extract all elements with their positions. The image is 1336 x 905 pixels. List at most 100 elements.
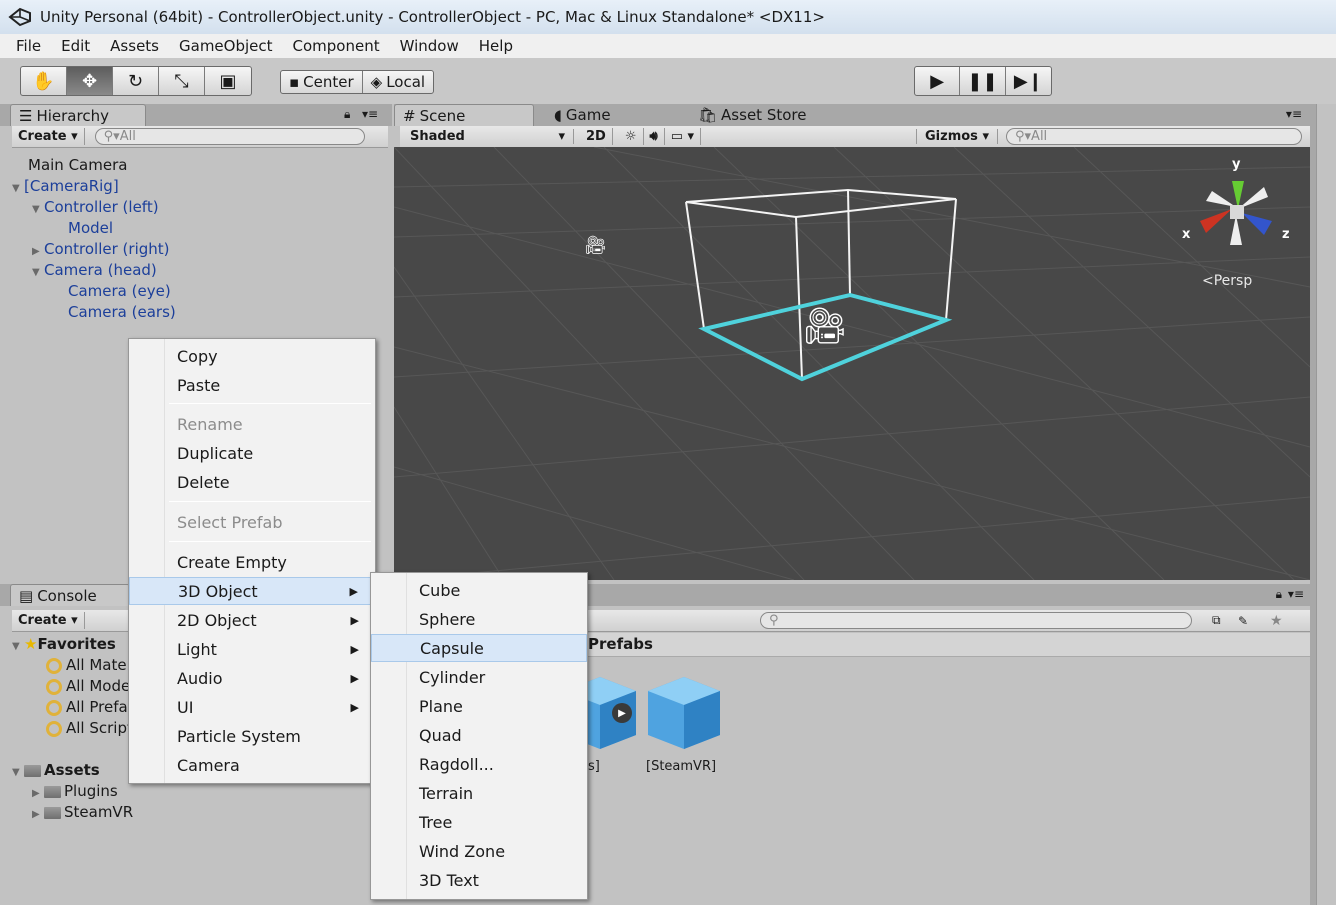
expand-arrow-icon[interactable]: ▼	[32, 204, 44, 215]
hierarchy-item[interactable]: Model	[68, 219, 113, 237]
rotate-tool-icon[interactable]: ↻	[113, 67, 159, 95]
collapse-arrow-icon[interactable]: ▶	[32, 246, 44, 257]
submenu-item-wind-zone[interactable]: Wind Zone	[371, 837, 587, 865]
menu-separator	[169, 541, 371, 542]
filter-label-icon[interactable]: ✎	[1238, 614, 1248, 628]
menu-item-ui[interactable]: UI ▶	[129, 693, 375, 721]
submenu-item-cylinder[interactable]: Cylinder	[371, 663, 587, 691]
scene-viewport[interactable]: 🎥︎ 🎥︎ y x z <Persp	[394, 147, 1310, 580]
expand-arrow-icon[interactable]: ▼	[32, 267, 44, 278]
prefab-expand-icon[interactable]: ▶	[612, 703, 632, 723]
menu-item-audio[interactable]: Audio ▶	[129, 664, 375, 692]
menu-item-duplicate[interactable]: Duplicate	[129, 439, 375, 467]
hand-tool-icon[interactable]: ✋	[21, 67, 67, 95]
camera-gizmo-icon[interactable]: 🎥︎	[584, 235, 607, 256]
pivot-local-button[interactable]: ◈ Local	[363, 71, 433, 93]
submenu-item-cube[interactable]: Cube	[371, 576, 587, 604]
tab-console[interactable]: ▤ Console	[10, 584, 130, 606]
scale-tool-icon[interactable]: ⤡	[159, 67, 205, 95]
audio-toggle-icon[interactable]: 🔊︎	[644, 128, 665, 145]
shading-mode-dropdown[interactable]: Shaded ▾	[400, 129, 574, 144]
folder-item[interactable]: ▶ Plugins	[32, 782, 118, 800]
camera-gizmo-icon[interactable]: 🎥︎	[802, 305, 848, 347]
mode-2d-button[interactable]: 2D	[580, 128, 613, 145]
submenu-item-plane[interactable]: Plane	[371, 692, 587, 720]
expand-arrow-icon[interactable]: ▼	[12, 767, 24, 778]
move-tool-icon[interactable]: ✥	[67, 67, 113, 95]
prefab-icon[interactable]	[644, 677, 724, 753]
play-icon[interactable]: ▶	[915, 67, 961, 95]
tab-game[interactable]: ◖ Game	[546, 104, 619, 126]
assets-header[interactable]: ▼ Assets	[12, 761, 100, 779]
menu-separator	[169, 501, 371, 502]
menu-window[interactable]: Window	[390, 37, 469, 55]
submenu-item-tree[interactable]: Tree	[371, 808, 587, 836]
hierarchy-item[interactable]: ▼ [CameraRig]	[12, 177, 119, 195]
hierarchy-item[interactable]: Camera (ears)	[68, 303, 176, 321]
project-search-input[interactable]: ⚲	[760, 612, 1192, 629]
orientation-gizmo[interactable]	[1180, 157, 1290, 267]
expand-arrow-icon[interactable]: ▼	[12, 183, 24, 194]
perspective-label[interactable]: <Persp	[1202, 273, 1252, 289]
step-icon[interactable]: ▶❙	[1006, 67, 1051, 95]
menu-help[interactable]: Help	[469, 37, 523, 55]
submenu-item-sphere[interactable]: Sphere	[371, 605, 587, 633]
submenu-item-quad[interactable]: Quad	[371, 721, 587, 749]
menu-item-create-empty[interactable]: Create Empty	[129, 548, 375, 576]
collapse-arrow-icon[interactable]: ▶	[32, 788, 44, 799]
menu-file[interactable]: File	[0, 37, 51, 55]
hierarchy-item[interactable]: Main Camera	[28, 156, 127, 174]
menu-item-light[interactable]: Light ▶	[129, 635, 375, 663]
scene-search-input[interactable]: ⚲▾ All	[1006, 128, 1302, 145]
panel-menu-icon[interactable]: ▾≡	[1288, 587, 1304, 601]
submenu-item-capsule[interactable]: Capsule	[371, 634, 587, 662]
submenu-item-ragdoll[interactable]: Ragdoll...	[371, 750, 587, 778]
submenu-arrow-icon: ▶	[350, 671, 359, 685]
rect-tool-icon[interactable]: ▣	[205, 67, 251, 95]
tab-asset-store[interactable]: 🛍︎ Asset Store	[690, 104, 814, 126]
menu-item-rename: Rename	[177, 414, 243, 434]
hierarchy-item[interactable]: ▶ Controller (right)	[32, 240, 170, 258]
light-toggle-icon[interactable]: ☼	[619, 128, 644, 145]
hierarchy-item[interactable]: Camera (eye)	[68, 282, 171, 300]
collapse-arrow-icon[interactable]: ▶	[32, 809, 44, 820]
menu-item-particle-system[interactable]: Particle System	[129, 722, 375, 750]
menu-edit[interactable]: Edit	[51, 37, 100, 55]
expand-arrow-icon[interactable]: ▼	[12, 641, 24, 652]
favorite-star-icon[interactable]: ★	[1270, 613, 1283, 629]
tab-hierarchy[interactable]: ☰ Hierarchy	[10, 104, 146, 126]
hierarchy-item[interactable]: ▼ Controller (left)	[32, 198, 159, 216]
submenu-item-terrain[interactable]: Terrain	[371, 779, 587, 807]
menu-item-camera[interactable]: Camera	[129, 751, 375, 779]
panel-menu-icon[interactable]: ▾≡	[362, 107, 378, 121]
menu-item-copy[interactable]: Copy	[129, 342, 375, 370]
local-icon: ◈	[370, 73, 383, 91]
filter-type-icon[interactable]: ⧉	[1212, 613, 1221, 628]
lock-icon[interactable]: 🔒︎	[1276, 587, 1282, 602]
menu-item-paste[interactable]: Paste	[129, 371, 375, 399]
menu-item-delete[interactable]: Delete	[129, 468, 375, 496]
project-create-button[interactable]: Create ▾	[12, 612, 85, 629]
menu-item-2d-object[interactable]: 2D Object ▶	[129, 606, 375, 634]
hierarchy-create-button[interactable]: Create ▾	[12, 128, 85, 145]
gizmos-dropdown[interactable]: Gizmos ▾	[916, 129, 998, 144]
hierarchy-search-input[interactable]: ⚲▾ All	[94, 128, 365, 145]
submenu-item-3d-text[interactable]: 3D Text	[371, 866, 587, 894]
menu-component[interactable]: Component	[283, 37, 390, 55]
folder-item[interactable]: ▶ SteamVR	[32, 803, 133, 821]
lock-icon[interactable]: 🔒︎	[344, 107, 350, 122]
pivot-center-button[interactable]: ▪ Center	[281, 71, 363, 93]
tab-scene[interactable]: # Scene	[394, 104, 534, 126]
favorite-item[interactable]: All Scripts	[46, 719, 141, 737]
pause-icon[interactable]: ❚❚	[960, 67, 1006, 95]
hierarchy-item[interactable]: ▼ Camera (head)	[32, 261, 157, 279]
breadcrumb[interactable]: Prefabs	[588, 635, 653, 653]
menu-assets[interactable]: Assets	[100, 37, 169, 55]
prefab-label[interactable]: s]	[588, 759, 600, 774]
menu-gameobject[interactable]: GameObject	[169, 37, 283, 55]
menu-item-3d-object[interactable]: 3D Object ▶	[129, 577, 375, 605]
effects-dropdown-icon[interactable]: ▭ ▾	[665, 128, 702, 145]
favorites-header[interactable]: ▼ ★Favorites	[12, 635, 116, 653]
prefab-label[interactable]: [SteamVR]	[646, 759, 716, 774]
panel-menu-icon[interactable]: ▾≡	[1286, 107, 1302, 121]
